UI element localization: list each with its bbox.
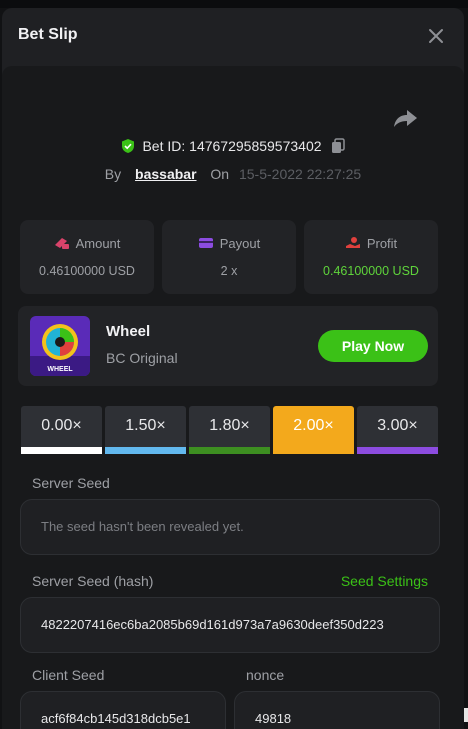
- multiplier-0[interactable]: 0.00×: [21, 406, 102, 454]
- multiplier-color-bar: [105, 447, 186, 454]
- svg-text:WHEEL: WHEEL: [47, 366, 73, 373]
- modal-title: Bet Slip: [18, 26, 78, 43]
- bet-id-row: Bet ID: 14767295859573402: [2, 138, 464, 154]
- profit-card: Profit 0.46100000 USD: [304, 220, 438, 294]
- modal-header: Bet Slip: [2, 8, 464, 66]
- amount-label: Amount: [20, 236, 154, 251]
- server-seed-field[interactable]: The seed hasn't been revealed yet.: [20, 499, 440, 555]
- multiplier-1[interactable]: 1.50×: [105, 406, 186, 454]
- bet-slip-modal: Bet Slip Bet ID: 14767295859573402 By ba…: [2, 8, 464, 729]
- on-label: On: [210, 166, 230, 182]
- client-seed-field[interactable]: acf6f84cb145d318dcb5e1: [20, 691, 226, 729]
- payout-card-icon: [198, 238, 213, 249]
- multiplier-color-bar: [357, 447, 438, 454]
- scrollbar-thumb[interactable]: [464, 708, 468, 722]
- server-hash-field[interactable]: 4822207416ec6ba2085b69d161d973a7a9630dee…: [20, 597, 440, 653]
- background-page-strip: [0, 0, 468, 8]
- amount-card: Amount 0.46100000 USD: [20, 220, 154, 294]
- multiplier-row: 0.00× 1.50× 1.80× 2.00× 3.00×: [21, 406, 441, 454]
- nonce-field[interactable]: 49818: [234, 691, 440, 729]
- share-icon[interactable]: [392, 106, 420, 130]
- bet-detail-panel: Bet ID: 14767295859573402 By bassabar On…: [2, 66, 464, 729]
- verified-shield-icon: [120, 138, 136, 154]
- bet-date: 15-5-2022 22:27:25: [238, 166, 362, 182]
- payout-label: Payout: [162, 236, 296, 251]
- server-seed-label: Server Seed: [32, 475, 110, 491]
- profit-value: 0.46100000 USD: [323, 264, 419, 278]
- multiplier-color-bar: [21, 447, 102, 454]
- game-card: WHEEL Wheel BC Original Play Now: [18, 306, 438, 386]
- wheel-game-thumbnail[interactable]: WHEEL: [30, 316, 90, 376]
- username-link[interactable]: bassabar: [135, 166, 196, 182]
- by-label: By: [104, 166, 122, 182]
- seed-settings-link[interactable]: Seed Settings: [341, 573, 428, 589]
- game-subtitle: BC Original: [106, 350, 178, 366]
- server-hash-label: Server Seed (hash): [32, 573, 154, 589]
- nonce-label: nonce: [246, 667, 285, 683]
- close-icon[interactable]: [424, 24, 448, 48]
- bet-owner-row: By bassabar On 15-5-2022 22:27:25: [2, 166, 464, 182]
- profit-label: Profit: [304, 236, 438, 251]
- multiplier-3-selected[interactable]: 2.00×: [273, 406, 354, 454]
- multiplier-2[interactable]: 1.80×: [189, 406, 270, 454]
- copy-icon[interactable]: [330, 138, 346, 154]
- payout-card: Payout 2 x: [162, 220, 296, 294]
- payout-value: 2 x: [220, 264, 238, 278]
- multiplier-4[interactable]: 3.00×: [357, 406, 438, 454]
- amount-value: 0.46100000 USD: [39, 264, 135, 278]
- profit-icon: [345, 237, 360, 249]
- multiplier-color-bar: [189, 447, 270, 454]
- play-now-button[interactable]: Play Now: [318, 330, 428, 362]
- amount-icon: [54, 238, 69, 250]
- client-seed-label: Client Seed: [32, 667, 105, 683]
- bet-id-label: Bet ID:: [142, 138, 186, 154]
- multiplier-color-bar: [273, 447, 354, 454]
- game-name: Wheel: [106, 323, 151, 340]
- bet-id-value: 14767295859573402: [189, 138, 322, 154]
